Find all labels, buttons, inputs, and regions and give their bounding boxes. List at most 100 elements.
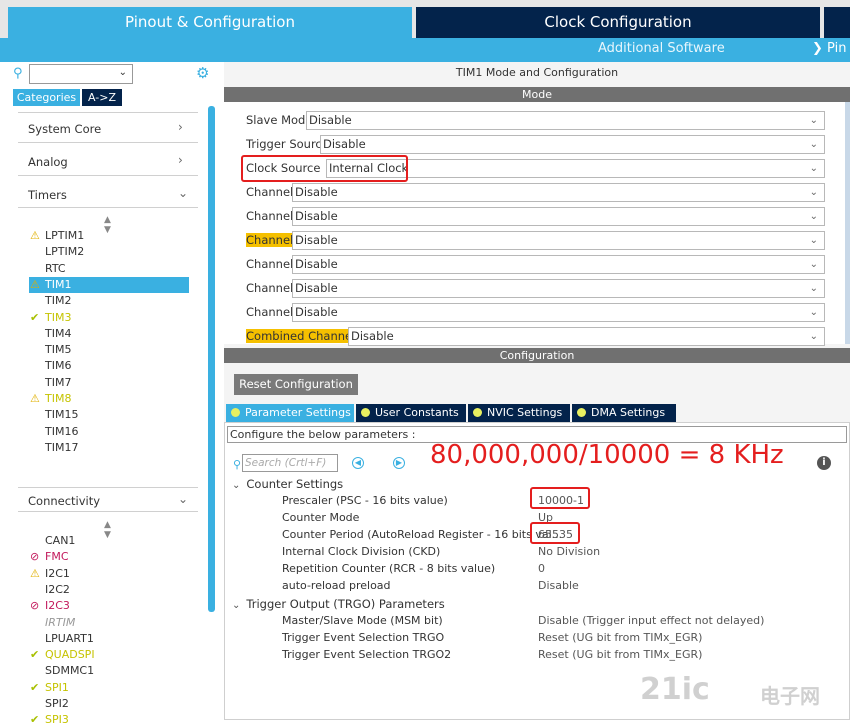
mode-scrollbar[interactable]: [845, 102, 850, 344]
parameter-search-input[interactable]: Search (Crtl+F): [242, 454, 338, 472]
group-trigger-output[interactable]: ⌄ Trigger Output (TRGO) Parameters: [232, 597, 445, 611]
sidebar-item-rtc[interactable]: RTC: [29, 261, 189, 277]
divider: [18, 142, 198, 143]
chevron-down-icon: ⌄: [809, 283, 818, 294]
sidebar-item-i2c2[interactable]: I2C2: [29, 582, 189, 598]
chevron-down-icon: ⌄: [809, 163, 818, 174]
warning-icon: ⚠: [30, 277, 40, 291]
tab-user-constants[interactable]: User Constants: [356, 404, 466, 422]
mode-select-trigger-source[interactable]: Disable ⌄: [320, 135, 825, 154]
chevron-right-icon[interactable]: ›: [178, 120, 183, 134]
sidebar-item-tim17[interactable]: TIM17: [29, 440, 189, 456]
sidebar-item-tim16[interactable]: TIM16: [29, 424, 189, 440]
mode-select-channel5[interactable]: Disable ⌄: [292, 279, 825, 298]
param-name-master-slave-mode-msm-bit: Master/Slave Mode (MSM bit): [282, 614, 443, 627]
sidebar-item-tim7[interactable]: TIM7: [29, 375, 189, 391]
sidebar-item-irtim[interactable]: IRTIM: [29, 615, 189, 631]
sidebar-item-can1[interactable]: CAN1: [29, 533, 189, 549]
chevron-down-icon[interactable]: ⌄: [178, 492, 188, 506]
tab-clock-configuration[interactable]: Clock Configuration: [416, 7, 820, 38]
chevron-right-icon[interactable]: ›: [178, 153, 183, 167]
sidebar-item-sdmmc1[interactable]: SDMMC1: [29, 663, 189, 679]
param-name-auto-reload-preload: auto-reload preload: [282, 579, 391, 592]
param-value-trigger-event-selection-trgo[interactable]: Reset (UG bit from TIMx_EGR): [538, 631, 702, 644]
sidebar-item-label: TIM8: [45, 392, 72, 405]
mode-select-slave-mode[interactable]: Disable ⌄: [306, 111, 825, 130]
warning-icon: ⚠: [30, 229, 40, 242]
chevron-down-icon[interactable]: ⌄: [232, 600, 240, 611]
param-value-internal-clock-division-ckd[interactable]: No Division: [538, 545, 600, 558]
tab-label: NVIC Settings: [487, 406, 563, 419]
info-icon[interactable]: i: [817, 456, 831, 470]
sidebar-item-tim5[interactable]: TIM5: [29, 342, 189, 358]
divider: [18, 175, 198, 176]
sidebar-item-i2c3[interactable]: ⊘ I2C3: [29, 598, 189, 614]
category-timers[interactable]: Timers: [28, 188, 67, 202]
sidebar-item-spi2[interactable]: SPI2: [29, 696, 189, 712]
param-value-auto-reload-preload[interactable]: Disable: [538, 579, 579, 592]
tab-nvic-settings[interactable]: NVIC Settings: [468, 404, 570, 422]
group-label: Counter Settings: [246, 477, 344, 491]
mode-select-channel1[interactable]: Disable ⌄: [292, 183, 825, 202]
tab-pinout-configuration[interactable]: Pinout & Configuration: [8, 7, 412, 38]
select-value: Disable: [295, 281, 338, 295]
a-to-z-tab[interactable]: A->Z: [82, 89, 122, 106]
left-scrollbar[interactable]: [208, 106, 215, 612]
check-icon: ✔: [30, 713, 40, 727]
chevron-down-icon: ⌄: [809, 187, 818, 198]
mode-label-trigger-source: Trigger Source: [246, 137, 329, 151]
group-counter-settings[interactable]: ⌄ Counter Settings: [232, 477, 343, 491]
sidebar-item-tim8[interactable]: ⚠ TIM8: [29, 391, 189, 407]
sidebar-item-spi3[interactable]: ✔ SPI3: [29, 712, 189, 728]
mode-select-channel3[interactable]: Disable ⌄: [292, 231, 825, 250]
tab-project-manager[interactable]: [824, 7, 850, 38]
category-analog[interactable]: Analog: [28, 155, 68, 169]
mode-select-channel4[interactable]: Disable ⌄: [292, 255, 825, 274]
warning-icon: ⚠: [30, 566, 40, 580]
sidebar-item-tim6[interactable]: TIM6: [29, 358, 189, 374]
param-value-repetition-counter-rcr-8-bits-[interactable]: 0: [538, 562, 545, 575]
mode-select-channel6[interactable]: Disable ⌄: [292, 303, 825, 322]
tab-parameter-settings[interactable]: Parameter Settings: [226, 404, 354, 422]
chevron-down-icon[interactable]: ⌄: [119, 67, 127, 78]
sidebar-item-label: LPTIM2: [45, 245, 85, 259]
sidebar-item-label: TIM16: [45, 424, 79, 438]
chevron-down-icon[interactable]: ⌄: [178, 186, 188, 200]
categories-tab[interactable]: Categories: [13, 89, 80, 106]
search-previous-icon[interactable]: ◀: [352, 457, 364, 469]
category-connectivity[interactable]: Connectivity: [28, 494, 100, 508]
category-search-input[interactable]: ⌄: [29, 64, 133, 84]
sidebar-item-tim15[interactable]: TIM15: [29, 407, 189, 423]
chevron-down-icon: ⌄: [809, 139, 818, 150]
chevron-down-icon[interactable]: ⌄: [232, 480, 240, 491]
gear-icon[interactable]: ⚙: [196, 64, 209, 82]
reset-configuration-button[interactable]: Reset Configuration: [234, 374, 358, 395]
select-value: Disable: [295, 209, 338, 223]
sidebar-item-spi1[interactable]: ✔ SPI1: [29, 680, 189, 696]
sidebar-item-quadspi[interactable]: ✔ QUADSPI: [29, 647, 189, 663]
check-icon: [473, 408, 482, 417]
sidebar-item-label: I2C3: [45, 599, 70, 613]
sidebar-item-tim1[interactable]: ⚠ TIM1: [29, 276, 189, 293]
mode-select-channel2[interactable]: Disable ⌄: [292, 207, 825, 226]
sidebar-item-i2c1[interactable]: ⚠ I2C1: [29, 566, 189, 582]
tab-dma-settings[interactable]: DMA Settings: [572, 404, 676, 422]
sidebar-item-label: SPI2: [45, 697, 69, 710]
category-system-core[interactable]: System Core: [28, 122, 101, 136]
tab-additional-software[interactable]: Additional Software: [598, 41, 725, 56]
sidebar-item-fmc[interactable]: ⊘ FMC: [29, 549, 189, 565]
sidebar-item-lptim1[interactable]: ⚠ LPTIM1: [29, 228, 189, 244]
tab-pinout-view[interactable]: ❯ Pin: [812, 41, 846, 56]
sidebar-item-tim2[interactable]: TIM2: [29, 293, 189, 309]
mode-select-combined-channels[interactable]: Disable ⌄: [348, 327, 825, 346]
param-value-trigger-event-selection-trgo2[interactable]: Reset (UG bit from TIMx_EGR): [538, 648, 702, 661]
param-value-master-slave-mode-msm-bit[interactable]: Disable (Trigger input effect not delaye…: [538, 614, 764, 627]
sidebar-item-label: TIM5: [45, 343, 72, 357]
mode-label-combined-channels: Combined Channels: [246, 329, 362, 343]
sidebar-item-tim4[interactable]: TIM4: [29, 326, 189, 342]
sidebar-item-lpuart1[interactable]: LPUART1: [29, 631, 189, 647]
search-next-icon[interactable]: ▶: [393, 457, 405, 469]
select-value: Disable: [295, 305, 338, 319]
sidebar-item-tim3[interactable]: ✔ TIM3: [29, 310, 189, 326]
sidebar-item-lptim2[interactable]: LPTIM2: [29, 244, 189, 260]
